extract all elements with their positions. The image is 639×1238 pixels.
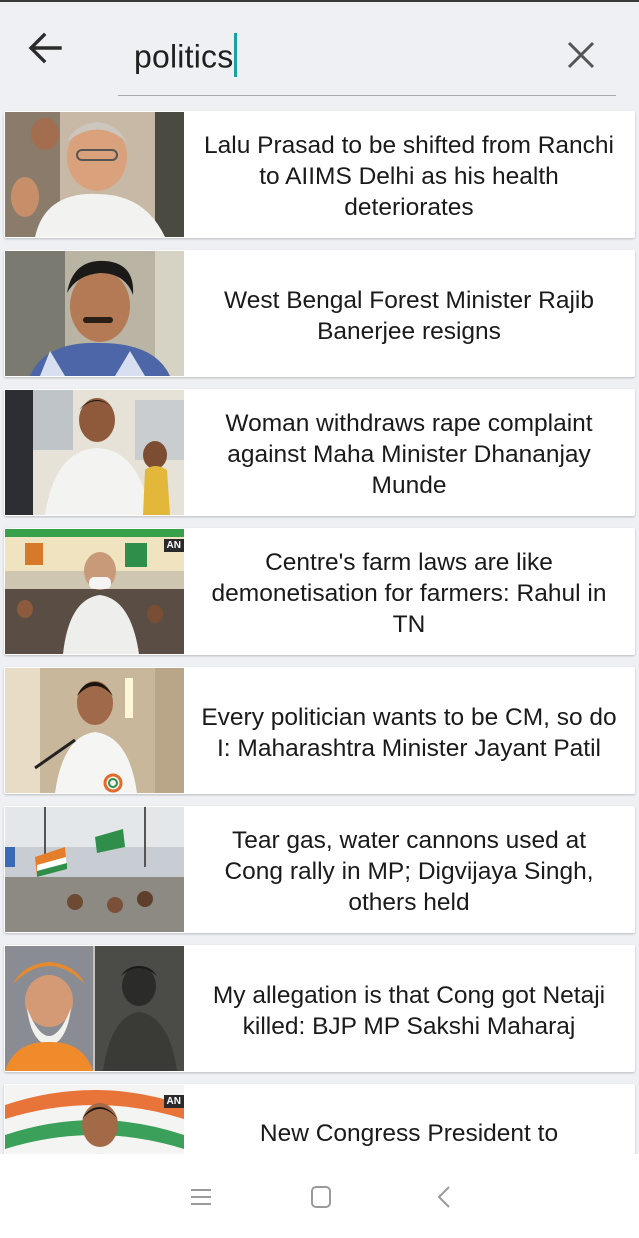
news-headline: Lalu Prasad to be shifted from Ranchi to…: [204, 132, 614, 221]
news-thumbnail: [5, 251, 184, 376]
news-headline: West Bengal Forest Minister Rajib Banerj…: [224, 286, 594, 345]
news-card[interactable]: Woman withdraws rape complaint against M…: [4, 389, 635, 516]
back-icon: [437, 1186, 450, 1208]
news-thumbnail: [5, 390, 184, 515]
system-navigation-bar: [0, 1154, 639, 1238]
arrow-left-icon: [28, 32, 62, 64]
menu-icon: [191, 1189, 211, 1205]
news-card[interactable]: Lalu Prasad to be shifted from Ranchi to…: [4, 111, 635, 238]
news-thumbnail: [5, 668, 184, 793]
news-card[interactable]: My allegation is that Cong got Netaji ki…: [4, 945, 635, 1072]
search-query: politics: [134, 38, 234, 75]
news-headline: Woman withdraws rape complaint against M…: [225, 410, 593, 499]
news-headline: Tear gas, water cannons used at Cong ral…: [224, 827, 594, 916]
home-icon: [311, 1186, 331, 1208]
search-header: politics: [0, 2, 639, 104]
news-thumbnail: [5, 807, 184, 932]
news-headline: Centre's farm laws are like demonetisati…: [211, 549, 607, 638]
news-thumbnail: AN: [5, 1085, 184, 1154]
news-headline: My allegation is that Cong got Netaji ki…: [212, 981, 606, 1040]
news-card[interactable]: AN Centre's farm laws are like demonetis…: [4, 528, 635, 655]
news-thumbnail: [5, 112, 184, 237]
agency-badge: AN: [163, 539, 184, 552]
close-icon: [567, 41, 595, 69]
news-card[interactable]: AN New Congress President to: [4, 1084, 635, 1154]
back-button[interactable]: [26, 28, 66, 68]
recents-button[interactable]: [186, 1182, 216, 1212]
agency-badge: AN: [163, 1095, 184, 1108]
news-headline: New Congress President to: [259, 1120, 559, 1147]
news-card[interactable]: Tear gas, water cannons used at Cong ral…: [4, 806, 635, 933]
news-thumbnail: [5, 946, 184, 1071]
clear-search-button[interactable]: [564, 38, 598, 72]
nav-back-button[interactable]: [430, 1182, 460, 1212]
news-thumbnail: AN: [5, 529, 184, 654]
home-button[interactable]: [306, 1182, 336, 1212]
news-card[interactable]: Every politician wants to be CM, so do I…: [4, 667, 635, 794]
search-results-list[interactable]: Lalu Prasad to be shifted from Ranchi to…: [0, 104, 639, 1154]
text-cursor: [234, 33, 238, 77]
search-input[interactable]: politics: [118, 22, 616, 96]
news-headline: Every politician wants to be CM, so do I…: [201, 703, 617, 762]
news-card[interactable]: West Bengal Forest Minister Rajib Banerj…: [4, 250, 635, 377]
